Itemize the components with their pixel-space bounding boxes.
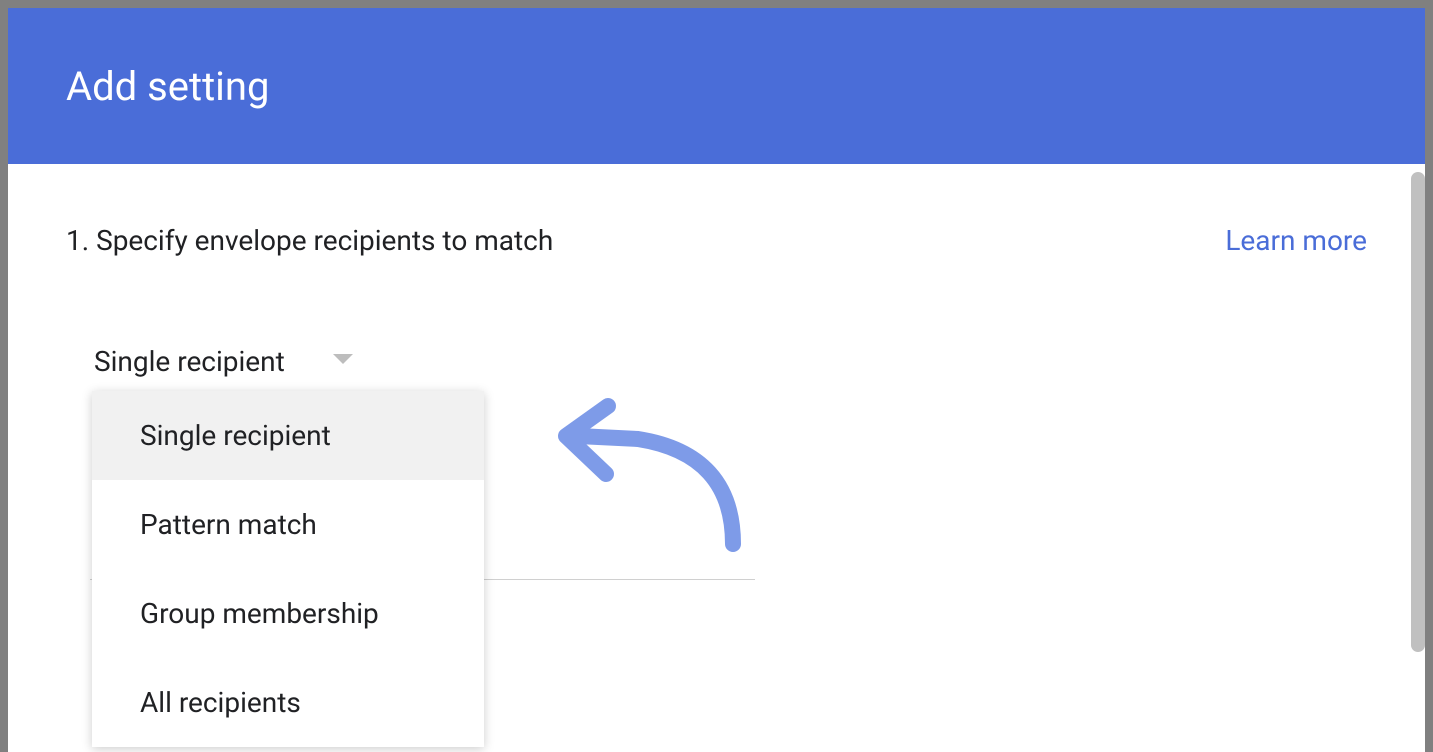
modal-header: Add setting: [8, 8, 1425, 164]
dropdown-selected-label: Single recipient: [94, 345, 285, 378]
dropdown-option-single-recipient[interactable]: Single recipient: [92, 391, 484, 480]
scrollbar[interactable]: [1411, 172, 1425, 652]
modal-title: Add setting: [66, 63, 269, 110]
modal-body: 1. Specify envelope recipients to match …: [8, 164, 1425, 752]
recipient-dropdown-container: Single recipient Single recipient Patter…: [94, 337, 1367, 386]
annotation-arrow-icon: [548, 394, 748, 564]
section-label: 1. Specify envelope recipients to match: [66, 224, 553, 257]
add-setting-modal: Add setting 1. Specify envelope recipien…: [8, 8, 1425, 752]
section-header-row: 1. Specify envelope recipients to match …: [66, 224, 1367, 257]
recipient-dropdown-trigger[interactable]: Single recipient: [94, 337, 1367, 386]
dropdown-option-pattern-match[interactable]: Pattern match: [92, 480, 484, 569]
dropdown-option-group-membership[interactable]: Group membership: [92, 569, 484, 658]
recipient-dropdown-menu: Single recipient Pattern match Group mem…: [92, 391, 484, 747]
learn-more-link[interactable]: Learn more: [1225, 224, 1367, 257]
scrollbar-thumb[interactable]: [1411, 172, 1425, 652]
caret-down-icon: [333, 354, 353, 364]
dropdown-option-all-recipients[interactable]: All recipients: [92, 658, 484, 747]
